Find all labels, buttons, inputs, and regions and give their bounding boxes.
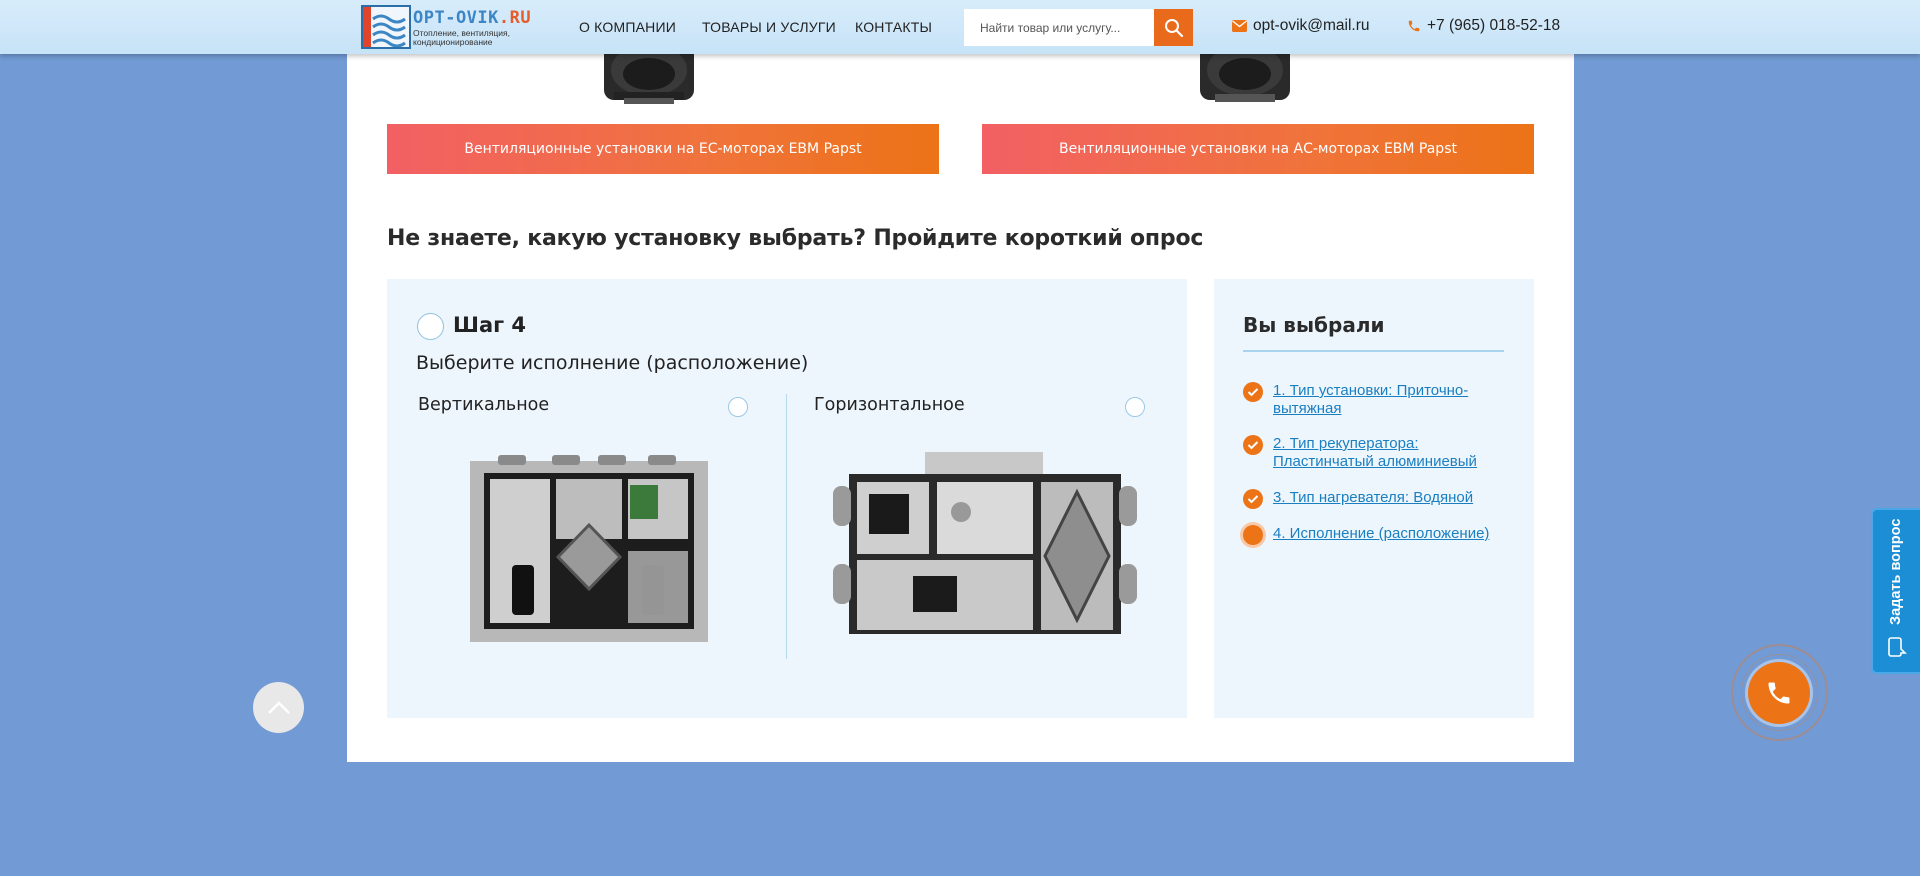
- check-icon: [1243, 489, 1263, 509]
- nav-about[interactable]: О КОМПАНИИ: [579, 19, 676, 35]
- option-horizontal-radio[interactable]: [1125, 397, 1145, 417]
- chevron-up-icon: [267, 700, 290, 714]
- category-ac-motors-button[interactable]: Вентиляционные установки на АС-моторах E…: [982, 124, 1534, 174]
- step-title: Шаг 4: [453, 313, 527, 337]
- step-indicator-icon: [417, 313, 444, 340]
- site-header: OPT-OVIK.RU Отопление, вентиляция, конди…: [0, 0, 1920, 54]
- summary-link[interactable]: 3. Тип нагревателя: Водяной: [1273, 489, 1509, 507]
- phone-link[interactable]: +7 (965) 018-52-18: [1407, 17, 1560, 35]
- logo-subtitle: Отопление, вентиляция, кондиционирование: [413, 28, 510, 47]
- summary-link[interactable]: 1. Тип установки: Приточно-вытяжная: [1273, 382, 1509, 418]
- summary-link[interactable]: 2. Тип рекуператора: Пластинчатый алюмин…: [1273, 435, 1509, 471]
- check-icon: [1243, 435, 1263, 455]
- option-horizontal-label[interactable]: Горизонтальное: [814, 395, 965, 415]
- summary-item-heater[interactable]: 3. Тип нагревателя: Водяной: [1243, 489, 1509, 509]
- phone-icon: [1408, 20, 1420, 32]
- search-icon: [1164, 18, 1183, 37]
- site-logo[interactable]: OPT-OVIK.RU Отопление, вентиляция, конди…: [361, 5, 547, 51]
- summary-title: Вы выбрали: [1243, 313, 1385, 337]
- option-vertical-radio[interactable]: [728, 397, 748, 417]
- summary-item-type[interactable]: 1. Тип установки: Приточно-вытяжная: [1243, 382, 1509, 418]
- chat-bubble-icon: [1888, 637, 1907, 657]
- check-icon: [1243, 382, 1263, 402]
- email-text: opt-ovik@mail.ru: [1253, 17, 1370, 34]
- nav-products[interactable]: ТОВАРЫ И УСЛУГИ: [702, 19, 836, 35]
- phone-text: +7 (965) 018-52-18: [1427, 17, 1561, 34]
- logo-title: OPT-OVIK.RU: [413, 8, 532, 28]
- email-link[interactable]: opt-ovik@mail.ru: [1232, 17, 1370, 35]
- ask-question-label: Задать вопрос: [1888, 518, 1904, 625]
- option-vertical-label[interactable]: Вертикальное: [418, 395, 549, 415]
- horizontal-unit-image[interactable]: [833, 452, 1137, 640]
- summary-item-orientation[interactable]: 4. Исполнение (расположение): [1243, 525, 1509, 545]
- current-step-dot-icon: [1243, 525, 1263, 545]
- search-button[interactable]: [1154, 9, 1193, 46]
- category-ec-motors-button[interactable]: Вентиляционные установки на ЕС-моторах E…: [387, 124, 939, 174]
- logo-mark-icon: [361, 5, 411, 49]
- callback-button[interactable]: [1748, 662, 1810, 724]
- step-question: Выберите исполнение (расположение): [416, 352, 809, 374]
- vertical-unit-image[interactable]: [470, 455, 708, 642]
- scroll-to-top-button[interactable]: [253, 682, 304, 733]
- envelope-icon: [1232, 20, 1247, 32]
- summary-link[interactable]: 4. Исполнение (расположение): [1273, 525, 1509, 543]
- quiz-heading: Не знаете, какую установку выбрать? Прой…: [387, 226, 1204, 251]
- summary-item-recuperator[interactable]: 2. Тип рекуператора: Пластинчатый алюмин…: [1243, 435, 1509, 471]
- search-input[interactable]: [964, 9, 1154, 46]
- phone-icon: [1768, 682, 1790, 704]
- options-divider: [786, 394, 787, 659]
- summary-divider: [1243, 350, 1504, 352]
- nav-contacts[interactable]: КОНТАКТЫ: [855, 19, 932, 35]
